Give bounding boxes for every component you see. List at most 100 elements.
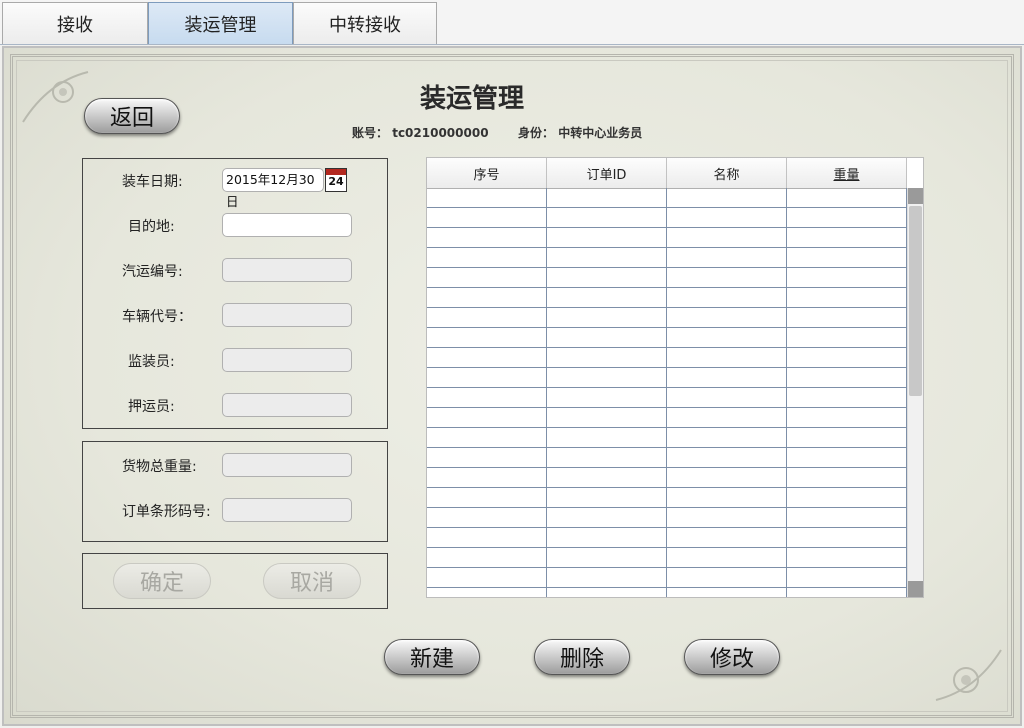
- table-cell[interactable]: [667, 528, 787, 547]
- table-cell[interactable]: [667, 468, 787, 487]
- table-cell[interactable]: [547, 488, 667, 507]
- table-row[interactable]: [427, 228, 907, 248]
- table-cell[interactable]: [547, 408, 667, 427]
- table-row[interactable]: [427, 568, 907, 588]
- tab-shipment-management[interactable]: 装运管理: [148, 2, 293, 44]
- total-weight-field[interactable]: [222, 453, 352, 477]
- table-cell[interactable]: [547, 468, 667, 487]
- table-cell[interactable]: [547, 248, 667, 267]
- table-cell[interactable]: [667, 448, 787, 467]
- table-cell[interactable]: [787, 508, 907, 527]
- table-cell[interactable]: [427, 428, 547, 447]
- table-cell[interactable]: [427, 388, 547, 407]
- table-cell[interactable]: [547, 388, 667, 407]
- table-cell[interactable]: [547, 568, 667, 587]
- table-row[interactable]: [427, 288, 907, 308]
- scroll-down-button[interactable]: [908, 581, 923, 597]
- table-cell[interactable]: [667, 488, 787, 507]
- column-header-order-id[interactable]: 订单ID: [547, 158, 667, 188]
- table-row[interactable]: [427, 308, 907, 328]
- scroll-up-button[interactable]: [908, 188, 923, 204]
- table-row[interactable]: [427, 268, 907, 288]
- scroll-thumb[interactable]: [909, 206, 922, 396]
- table-cell[interactable]: [667, 268, 787, 287]
- table-cell[interactable]: [427, 408, 547, 427]
- table-cell[interactable]: [547, 448, 667, 467]
- table-cell[interactable]: [427, 328, 547, 347]
- table-scrollbar[interactable]: [907, 188, 923, 597]
- table-cell[interactable]: [547, 208, 667, 227]
- table-cell[interactable]: [667, 588, 787, 597]
- table-cell[interactable]: [667, 568, 787, 587]
- supervisor-field[interactable]: [222, 348, 352, 372]
- table-cell[interactable]: [667, 348, 787, 367]
- table-cell[interactable]: [427, 248, 547, 267]
- table-row[interactable]: [427, 368, 907, 388]
- table-cell[interactable]: [427, 528, 547, 547]
- table-row[interactable]: [427, 388, 907, 408]
- table-cell[interactable]: [787, 568, 907, 587]
- table-cell[interactable]: [547, 308, 667, 327]
- table-cell[interactable]: [427, 488, 547, 507]
- load-date-field[interactable]: 2015年12月30日: [222, 168, 324, 209]
- escort-field[interactable]: [222, 393, 352, 417]
- barcode-field[interactable]: [222, 498, 352, 522]
- table-cell[interactable]: [427, 588, 547, 597]
- table-row[interactable]: [427, 208, 907, 228]
- table-cell[interactable]: [427, 228, 547, 247]
- back-button[interactable]: 返回: [84, 98, 180, 134]
- confirm-button[interactable]: 确定: [113, 563, 211, 599]
- table-cell[interactable]: [667, 428, 787, 447]
- table-cell[interactable]: [667, 388, 787, 407]
- table-cell[interactable]: [787, 288, 907, 307]
- table-cell[interactable]: [667, 408, 787, 427]
- table-cell[interactable]: [427, 468, 547, 487]
- table-cell[interactable]: [667, 228, 787, 247]
- table-cell[interactable]: [667, 188, 787, 207]
- table-cell[interactable]: [667, 368, 787, 387]
- table-row[interactable]: [427, 408, 907, 428]
- table-cell[interactable]: [547, 328, 667, 347]
- table-row[interactable]: [427, 448, 907, 468]
- table-cell[interactable]: [427, 448, 547, 467]
- table-cell[interactable]: [787, 448, 907, 467]
- table-cell[interactable]: [787, 308, 907, 327]
- table-cell[interactable]: [787, 488, 907, 507]
- table-cell[interactable]: [667, 328, 787, 347]
- table-row[interactable]: [427, 588, 907, 597]
- table-cell[interactable]: [787, 528, 907, 547]
- table-cell[interactable]: [427, 368, 547, 387]
- table-cell[interactable]: [667, 508, 787, 527]
- table-cell[interactable]: [787, 388, 907, 407]
- table-row[interactable]: [427, 508, 907, 528]
- table-cell[interactable]: [787, 208, 907, 227]
- table-cell[interactable]: [547, 548, 667, 567]
- table-row[interactable]: [427, 348, 907, 368]
- table-cell[interactable]: [787, 328, 907, 347]
- column-header-name[interactable]: 名称: [667, 158, 787, 188]
- table-cell[interactable]: [547, 268, 667, 287]
- table-cell[interactable]: [427, 568, 547, 587]
- table-cell[interactable]: [787, 408, 907, 427]
- new-button[interactable]: 新建: [384, 639, 480, 675]
- table-row[interactable]: [427, 248, 907, 268]
- table-row[interactable]: [427, 488, 907, 508]
- table-cell[interactable]: [667, 548, 787, 567]
- table-cell[interactable]: [787, 248, 907, 267]
- tab-transfer-receive[interactable]: 中转接收: [293, 2, 437, 44]
- table-cell[interactable]: [787, 468, 907, 487]
- table-cell[interactable]: [667, 208, 787, 227]
- table-cell[interactable]: [547, 508, 667, 527]
- table-row[interactable]: [427, 468, 907, 488]
- delete-button[interactable]: 删除: [534, 639, 630, 675]
- column-header-weight[interactable]: 重量: [787, 158, 907, 188]
- table-cell[interactable]: [547, 588, 667, 597]
- table-row[interactable]: [427, 188, 907, 208]
- table-cell[interactable]: [547, 368, 667, 387]
- cancel-button[interactable]: 取消: [263, 563, 361, 599]
- table-cell[interactable]: [787, 368, 907, 387]
- table-row[interactable]: [427, 548, 907, 568]
- table-row[interactable]: [427, 528, 907, 548]
- table-cell[interactable]: [787, 548, 907, 567]
- table-cell[interactable]: [667, 308, 787, 327]
